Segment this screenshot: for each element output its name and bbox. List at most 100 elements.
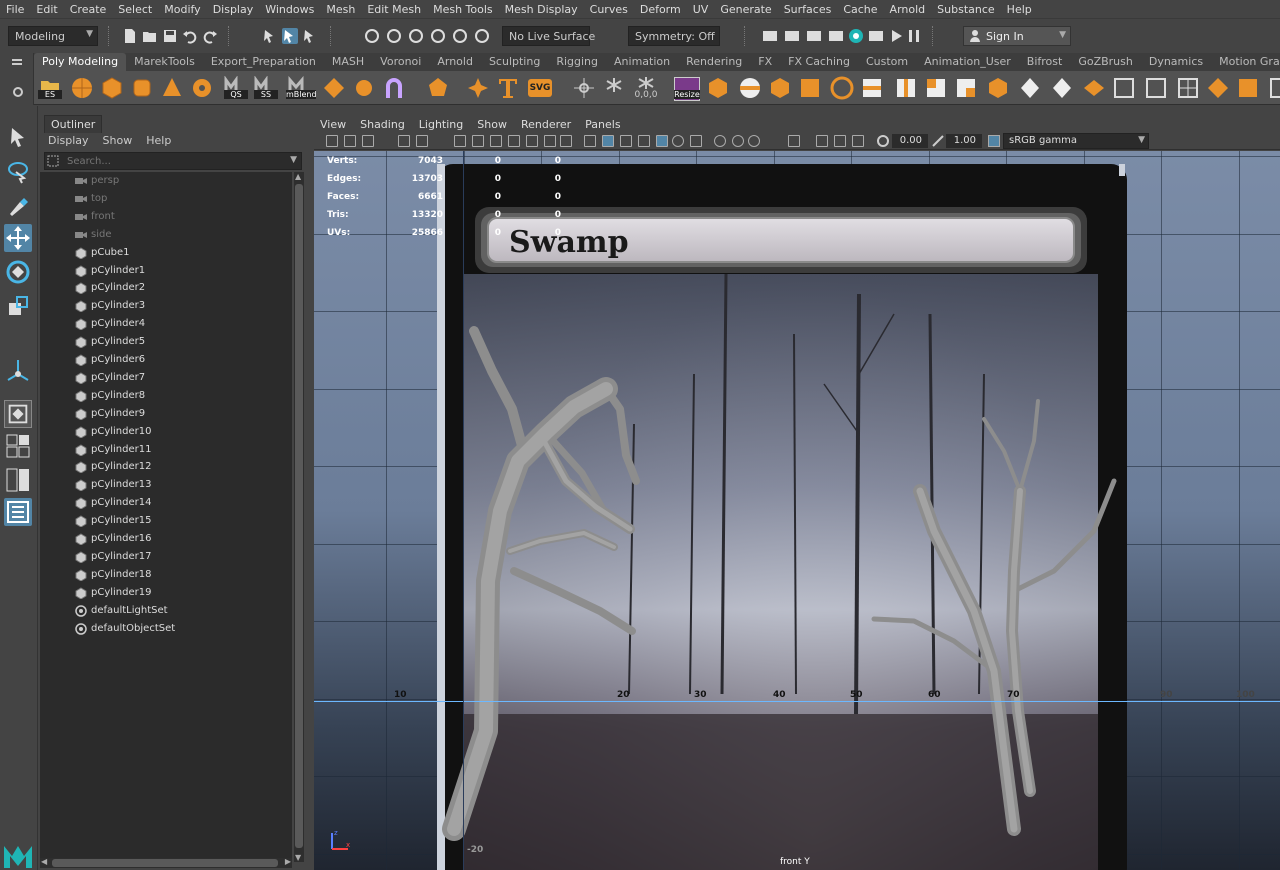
render-settings-icon[interactable]	[828, 28, 844, 44]
scroll-down-icon[interactable]: ▼	[295, 853, 301, 862]
merge-icon[interactable]	[1018, 76, 1042, 100]
folder-es-icon[interactable]: ES	[38, 76, 62, 100]
shelf-tab-marektools[interactable]: MarekTools	[126, 53, 203, 71]
film-gate-icon[interactable]	[472, 135, 484, 147]
grid-icon[interactable]	[1176, 76, 1200, 100]
pause-icon[interactable]	[906, 28, 922, 44]
menu-generate[interactable]: Generate	[720, 3, 771, 16]
xray-active-icon[interactable]	[834, 135, 846, 147]
snap-point-icon[interactable]	[408, 28, 424, 44]
snap-curve-icon[interactable]	[386, 28, 402, 44]
multi-cut-icon[interactable]	[830, 76, 854, 100]
star-icon[interactable]	[466, 76, 490, 100]
four-view-icon[interactable]	[4, 432, 32, 460]
shelf-tab-rigging[interactable]: Rigging	[548, 53, 606, 71]
single-view-icon[interactable]	[4, 400, 32, 428]
smooth-shade-icon[interactable]	[602, 135, 614, 147]
combine-icon[interactable]	[322, 76, 346, 100]
shelf-tab-mash[interactable]: MASH	[324, 53, 372, 71]
shelf-tab-animation-user[interactable]: Animation_User	[916, 53, 1019, 71]
bend-icon[interactable]	[382, 76, 406, 100]
outliner-item[interactable]: pCylinder4	[40, 315, 292, 333]
outliner-item[interactable]: pCylinder13	[40, 476, 292, 494]
shelf-tab-fx-caching[interactable]: FX Caching	[780, 53, 858, 71]
shelf-tab-animation[interactable]: Animation	[606, 53, 678, 71]
outliner-item[interactable]: pCylinder5	[40, 333, 292, 351]
poly-cylinder-icon[interactable]	[130, 76, 154, 100]
menu-modify[interactable]: Modify	[164, 3, 200, 16]
save-scene-icon[interactable]	[162, 28, 178, 44]
arnold-render-icon[interactable]	[868, 28, 884, 44]
target-weld-icon[interactable]	[1050, 76, 1074, 100]
outliner-item[interactable]: pCylinder1	[40, 262, 292, 280]
xray-joints-icon[interactable]	[816, 135, 828, 147]
outliner-item[interactable]: pCylinder14	[40, 494, 292, 512]
grid-toggle-icon[interactable]	[454, 135, 466, 147]
bevel-icon[interactable]	[738, 76, 762, 100]
poly-sphere-icon[interactable]	[70, 76, 94, 100]
outliner-item[interactable]: pCylinder8	[40, 387, 292, 405]
redo-icon[interactable]	[202, 28, 218, 44]
shelf-tab-arnold[interactable]: Arnold	[429, 53, 481, 71]
menu-windows[interactable]: Windows	[265, 3, 314, 16]
offset-loop-icon[interactable]	[894, 76, 918, 100]
collapse-icon[interactable]	[1082, 76, 1106, 100]
extrude-icon[interactable]	[706, 76, 730, 100]
vertex-icon[interactable]	[1206, 76, 1230, 100]
exposure-icon[interactable]	[877, 135, 889, 147]
face-icon[interactable]	[1236, 76, 1260, 100]
outliner-item[interactable]: pCylinder9	[40, 405, 292, 423]
shelf-tab-voronoi[interactable]: Voronoi	[372, 53, 429, 71]
scroll-up-icon[interactable]: ▲	[295, 172, 301, 181]
outliner-item[interactable]: pCylinder19	[40, 584, 292, 602]
isolate-icon[interactable]	[416, 135, 428, 147]
outliner-item[interactable]: pCylinder12	[40, 458, 292, 476]
gamma-icon[interactable]	[932, 135, 944, 147]
menu-select[interactable]: Select	[118, 3, 152, 16]
outliner-item[interactable]: defaultObjectSet	[40, 620, 292, 638]
menu-create[interactable]: Create	[70, 3, 107, 16]
bridge-icon[interactable]	[768, 76, 792, 100]
menu-substance[interactable]: Substance	[937, 3, 995, 16]
smooth-icon[interactable]	[954, 76, 978, 100]
outliner-item[interactable]: pCylinder3	[40, 297, 292, 315]
outliner-item[interactable]: persp	[40, 172, 292, 190]
safe-title-icon[interactable]	[560, 135, 572, 147]
undo-icon[interactable]	[182, 28, 198, 44]
menu-help[interactable]: Help	[1007, 3, 1032, 16]
sign-in-button[interactable]: Sign In ▼	[963, 26, 1071, 46]
outliner-layout-icon[interactable]	[4, 498, 32, 526]
color-space-dropdown[interactable]: sRGB gamma ▼	[1003, 133, 1149, 149]
chevron-down-icon[interactable]: ▼	[290, 155, 297, 165]
menu-mesh-tools[interactable]: Mesh Tools	[433, 3, 493, 16]
outliner-item[interactable]: pCylinder2	[40, 279, 292, 297]
backface-culling-icon[interactable]	[852, 135, 864, 147]
ipr-render-icon[interactable]	[806, 28, 822, 44]
render-view-icon[interactable]	[762, 28, 778, 44]
shelf-tab-poly-modeling[interactable]: Poly Modeling	[34, 53, 127, 71]
new-scene-icon[interactable]	[122, 28, 138, 44]
menu-file[interactable]: File	[6, 3, 24, 16]
scroll-left-icon[interactable]: ◀	[41, 857, 47, 866]
svg-tool-icon[interactable]: SVG	[528, 76, 552, 100]
menu-edit-mesh[interactable]: Edit Mesh	[367, 3, 421, 16]
shelf-tab-motion-graphics[interactable]: Motion Graphics	[1211, 53, 1280, 71]
snap-grid-icon[interactable]	[364, 28, 380, 44]
menu-display[interactable]: Display	[213, 3, 254, 16]
menu-edit[interactable]: Edit	[36, 3, 57, 16]
shelf-tab-custom[interactable]: Custom	[858, 53, 916, 71]
panel-menu-lighting[interactable]: Lighting	[419, 118, 463, 131]
panel-menu-renderer[interactable]: Renderer	[521, 118, 571, 131]
poly-cone-icon[interactable]	[160, 76, 184, 100]
edge-loop-icon[interactable]	[860, 76, 884, 100]
outliner-horizontal-scrollbar[interactable]: ◀ ▶	[40, 857, 292, 868]
outliner-menu-help[interactable]: Help	[146, 134, 171, 147]
two-view-icon[interactable]	[4, 466, 32, 494]
platonic-icon[interactable]	[426, 76, 450, 100]
shelf-tab-rendering[interactable]: Rendering	[678, 53, 750, 71]
filter-icon[interactable]	[47, 155, 59, 167]
shelf-tab-bifrost[interactable]: Bifrost	[1019, 53, 1071, 71]
outliner-item[interactable]: pCylinder7	[40, 369, 292, 387]
scrollbar-thumb[interactable]	[295, 184, 303, 848]
isolate-select-icon[interactable]	[788, 135, 800, 147]
